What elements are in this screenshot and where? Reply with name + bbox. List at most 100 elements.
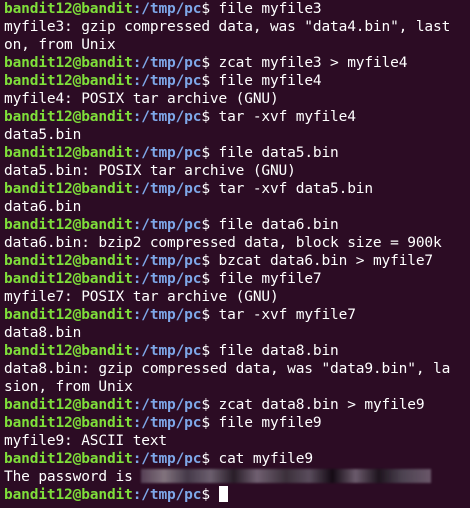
prompt-symbol: $: [201, 109, 219, 125]
command-text: file data6.bin: [218, 217, 339, 233]
prompt-symbol: $: [201, 343, 219, 359]
prompt-path: :/tmp/pc: [132, 487, 202, 503]
output-line: myfile7: POSIX tar archive (GNU): [4, 288, 470, 306]
command-text: file myfile4: [218, 73, 322, 89]
command-line: bandit12@bandit:/tmp/pc$ tar -xvf myfile…: [4, 108, 470, 126]
prompt-user-host: bandit12@bandit: [4, 397, 133, 413]
prompt-symbol: $: [201, 397, 219, 413]
command-line: bandit12@bandit:/tmp/pc$ bzcat data6.bin…: [4, 252, 470, 270]
terminal-window[interactable]: bandit12@bandit:/tmp/pc$ file myfile3 myf…: [0, 0, 470, 508]
prompt-symbol: $: [201, 415, 219, 431]
output-line: myfile9: ASCII text: [4, 432, 470, 450]
prompt-symbol: $: [201, 487, 219, 503]
prompt-symbol: $: [201, 145, 219, 161]
output-text: data5.bin: POSIX tar archive (GNU): [4, 163, 296, 179]
output-text: data6.bin: bzip2 compressed data, block …: [4, 235, 442, 251]
prompt-user-host: bandit12@bandit: [4, 451, 133, 467]
command-text: tar -xvf myfile7: [218, 307, 356, 323]
output-line: The password is: [4, 468, 470, 486]
command-text: file myfile9: [218, 415, 322, 431]
command-text: tar -xvf myfile4: [218, 109, 356, 125]
prompt-user-host: bandit12@bandit: [4, 145, 133, 161]
prompt-path: :/tmp/pc: [132, 415, 202, 431]
command-line: bandit12@bandit:/tmp/pc$ tar -xvf myfile…: [4, 306, 470, 324]
output-line: data6.bin: bzip2 compressed data, block …: [4, 234, 470, 252]
prompt-user-host: bandit12@bandit: [4, 73, 133, 89]
prompt-path: :/tmp/pc: [132, 109, 202, 125]
prompt-path: :/tmp/pc: [132, 343, 202, 359]
output-line: sion, from Unix: [4, 378, 470, 396]
output-line: data8.bin: gzip compressed data, was "da…: [4, 360, 470, 378]
output-text: data8.bin: gzip compressed data, was "da…: [4, 361, 451, 377]
command-line: bandit12@bandit:/tmp/pc$ cat myfile9: [4, 450, 470, 468]
redacted-password: [141, 469, 432, 483]
prompt-user-host: bandit12@bandit: [4, 343, 133, 359]
output-line: myfile3: gzip compressed data, was "data…: [4, 18, 470, 36]
output-line: on, from Unix: [4, 36, 470, 54]
command-text: zcat myfile3 > myfile4: [218, 55, 408, 71]
prompt-user-host: bandit12@bandit: [4, 487, 133, 503]
command-line: bandit12@bandit:/tmp/pc$ file data5.bin: [4, 144, 470, 162]
prompt-symbol: $: [201, 253, 219, 269]
output-line: data5.bin: [4, 126, 470, 144]
output-text: myfile3: gzip compressed data, was "data…: [4, 19, 451, 35]
command-line: bandit12@bandit:/tmp/pc$ zcat data8.bin …: [4, 396, 470, 414]
command-line: bandit12@bandit:/tmp/pc$ file myfile9: [4, 414, 470, 432]
output-text: on, from Unix: [4, 37, 116, 53]
prompt-path: :/tmp/pc: [132, 73, 202, 89]
prompt-symbol: $: [201, 55, 219, 71]
text-cursor[interactable]: [218, 486, 228, 502]
prompt-path: :/tmp/pc: [132, 217, 202, 233]
command-line: bandit12@bandit:/tmp/pc$ file myfile7: [4, 270, 470, 288]
prompt-path: :/tmp/pc: [132, 307, 202, 323]
command-text: bzcat data6.bin > myfile7: [218, 253, 434, 269]
output-line: data6.bin: [4, 198, 470, 216]
output-text: data6.bin: [4, 199, 82, 215]
command-line: bandit12@bandit:/tmp/pc$ file data6.bin: [4, 216, 470, 234]
prompt-symbol: $: [201, 1, 219, 17]
command-line: bandit12@bandit:/tmp/pc$ file data8.bin: [4, 342, 470, 360]
output-text: myfile7: POSIX tar archive (GNU): [4, 289, 279, 305]
command-text: file data5.bin: [218, 145, 339, 161]
prompt-path: :/tmp/pc: [132, 55, 202, 71]
output-text: data5.bin: [4, 127, 82, 143]
prompt-user-host: bandit12@bandit: [4, 307, 133, 323]
output-line: data5.bin: POSIX tar archive (GNU): [4, 162, 470, 180]
command-text: tar -xvf data5.bin: [218, 181, 374, 197]
prompt-symbol: $: [201, 271, 219, 287]
prompt-symbol: $: [201, 217, 219, 233]
command-text: file myfile7: [218, 271, 322, 287]
command-line: bandit12@bandit:/tmp/pc$ file myfile3: [4, 0, 470, 18]
command-line: bandit12@bandit:/tmp/pc$ zcat myfile3 > …: [4, 54, 470, 72]
command-line: bandit12@bandit:/tmp/pc$: [4, 486, 470, 504]
output-text: myfile9: ASCII text: [4, 433, 168, 449]
prompt-path: :/tmp/pc: [132, 145, 202, 161]
prompt-user-host: bandit12@bandit: [4, 253, 133, 269]
command-text: cat myfile9: [218, 451, 314, 467]
prompt-path: :/tmp/pc: [132, 253, 202, 269]
prompt-path: :/tmp/pc: [132, 397, 202, 413]
prompt-path: :/tmp/pc: [132, 451, 202, 467]
prompt-symbol: $: [201, 181, 219, 197]
command-line: bandit12@bandit:/tmp/pc$ tar -xvf data5.…: [4, 180, 470, 198]
prompt-user-host: bandit12@bandit: [4, 181, 133, 197]
command-text: file data8.bin: [218, 343, 339, 359]
prompt-user-host: bandit12@bandit: [4, 1, 133, 17]
prompt-path: :/tmp/pc: [132, 1, 202, 17]
output-text: sion, from Unix: [4, 379, 133, 395]
prompt-user-host: bandit12@bandit: [4, 217, 133, 233]
prompt-path: :/tmp/pc: [132, 271, 202, 287]
command-text: zcat data8.bin > myfile9: [218, 397, 425, 413]
output-text: data8.bin: [4, 325, 82, 341]
prompt-path: :/tmp/pc: [132, 181, 202, 197]
output-text: myfile4: POSIX tar archive (GNU): [4, 91, 279, 107]
prompt-symbol: $: [201, 307, 219, 323]
password-label: The password is: [4, 469, 142, 485]
prompt-symbol: $: [201, 451, 219, 467]
command-line: bandit12@bandit:/tmp/pc$ file myfile4: [4, 72, 470, 90]
output-line: data8.bin: [4, 324, 470, 342]
output-line: myfile4: POSIX tar archive (GNU): [4, 90, 470, 108]
command-text: file myfile3: [218, 1, 322, 17]
prompt-symbol: $: [201, 73, 219, 89]
prompt-user-host: bandit12@bandit: [4, 271, 133, 287]
